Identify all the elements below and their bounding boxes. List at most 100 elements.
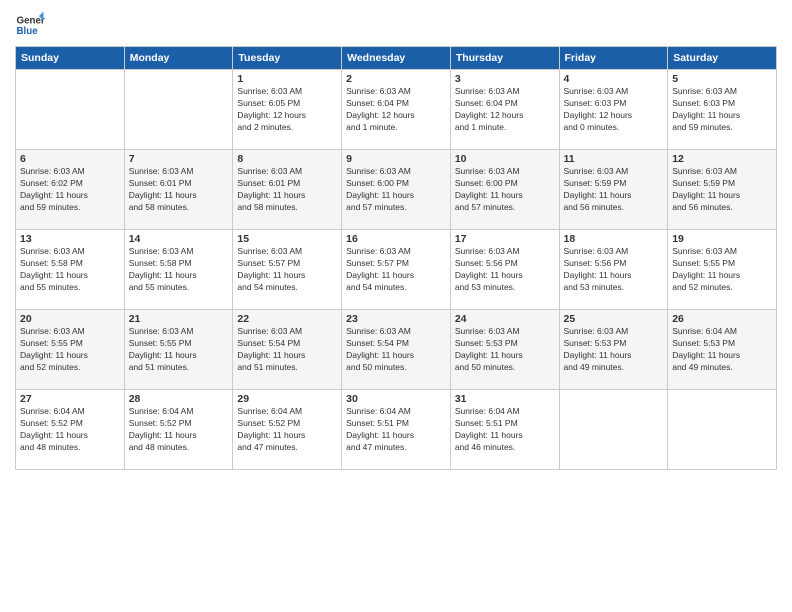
calendar-cell: 26Sunrise: 6:04 AM Sunset: 5:53 PM Dayli… [668,310,777,390]
day-number: 22 [237,313,337,325]
calendar-cell: 22Sunrise: 6:03 AM Sunset: 5:54 PM Dayli… [233,310,342,390]
calendar-cell: 23Sunrise: 6:03 AM Sunset: 5:54 PM Dayli… [342,310,451,390]
calendar-cell: 8Sunrise: 6:03 AM Sunset: 6:01 PM Daylig… [233,150,342,230]
day-number: 13 [20,233,120,245]
day-info: Sunrise: 6:03 AM Sunset: 5:57 PM Dayligh… [346,246,446,294]
calendar-week-row: 20Sunrise: 6:03 AM Sunset: 5:55 PM Dayli… [16,310,777,390]
day-info: Sunrise: 6:03 AM Sunset: 5:56 PM Dayligh… [564,246,664,294]
day-number: 10 [455,153,555,165]
calendar-cell: 17Sunrise: 6:03 AM Sunset: 5:56 PM Dayli… [450,230,559,310]
calendar-header-row: SundayMondayTuesdayWednesdayThursdayFrid… [16,47,777,70]
day-number: 2 [346,73,446,85]
calendar-week-row: 13Sunrise: 6:03 AM Sunset: 5:58 PM Dayli… [16,230,777,310]
day-number: 8 [237,153,337,165]
day-info: Sunrise: 6:03 AM Sunset: 5:58 PM Dayligh… [129,246,229,294]
weekday-header-thursday: Thursday [450,47,559,70]
day-info: Sunrise: 6:03 AM Sunset: 5:53 PM Dayligh… [564,326,664,374]
weekday-header-friday: Friday [559,47,668,70]
weekday-header-saturday: Saturday [668,47,777,70]
calendar-week-row: 1Sunrise: 6:03 AM Sunset: 6:05 PM Daylig… [16,70,777,150]
day-number: 1 [237,73,337,85]
logo: General Blue [15,10,45,40]
day-number: 15 [237,233,337,245]
day-info: Sunrise: 6:03 AM Sunset: 6:04 PM Dayligh… [346,86,446,134]
day-number: 31 [455,393,555,405]
calendar-cell [668,390,777,470]
day-info: Sunrise: 6:03 AM Sunset: 5:58 PM Dayligh… [20,246,120,294]
calendar-cell: 29Sunrise: 6:04 AM Sunset: 5:52 PM Dayli… [233,390,342,470]
weekday-header-monday: Monday [124,47,233,70]
header-row: General Blue [15,10,777,40]
calendar-cell: 11Sunrise: 6:03 AM Sunset: 5:59 PM Dayli… [559,150,668,230]
day-info: Sunrise: 6:03 AM Sunset: 5:56 PM Dayligh… [455,246,555,294]
day-number: 11 [564,153,664,165]
calendar-cell: 14Sunrise: 6:03 AM Sunset: 5:58 PM Dayli… [124,230,233,310]
day-number: 24 [455,313,555,325]
day-number: 4 [564,73,664,85]
calendar-cell: 3Sunrise: 6:03 AM Sunset: 6:04 PM Daylig… [450,70,559,150]
day-info: Sunrise: 6:04 AM Sunset: 5:52 PM Dayligh… [129,406,229,454]
day-info: Sunrise: 6:03 AM Sunset: 6:01 PM Dayligh… [237,166,337,214]
day-info: Sunrise: 6:04 AM Sunset: 5:52 PM Dayligh… [237,406,337,454]
day-number: 18 [564,233,664,245]
calendar-cell [16,70,125,150]
weekday-header-wednesday: Wednesday [342,47,451,70]
day-info: Sunrise: 6:03 AM Sunset: 6:02 PM Dayligh… [20,166,120,214]
day-info: Sunrise: 6:03 AM Sunset: 5:59 PM Dayligh… [672,166,772,214]
calendar-week-row: 27 Sunrise: 6:04 AM Sunset: 5:52 PM Dayli… [16,390,777,470]
day-info: Sunrise: 6:03 AM Sunset: 5:59 PM Dayligh… [564,166,664,214]
calendar-cell: 18Sunrise: 6:03 AM Sunset: 5:56 PM Dayli… [559,230,668,310]
page-container: General Blue SundayMondayTuesdayWednesda… [0,0,792,480]
day-number: 3 [455,73,555,85]
day-info: Sunrise: 6:03 AM Sunset: 5:55 PM Dayligh… [20,326,120,374]
day-info: Sunrise: 6:03 AM Sunset: 5:55 PM Dayligh… [129,326,229,374]
day-number: 29 [237,393,337,405]
day-number: 30 [346,393,446,405]
calendar-cell: 28Sunrise: 6:04 AM Sunset: 5:52 PM Dayli… [124,390,233,470]
day-number: 27 [20,393,120,405]
calendar-cell: 30Sunrise: 6:04 AM Sunset: 5:51 PM Dayli… [342,390,451,470]
calendar-cell: 10Sunrise: 6:03 AM Sunset: 6:00 PM Dayli… [450,150,559,230]
calendar-cell: 7Sunrise: 6:03 AM Sunset: 6:01 PM Daylig… [124,150,233,230]
calendar-cell: 24Sunrise: 6:03 AM Sunset: 5:53 PM Dayli… [450,310,559,390]
day-info: Sunrise: 6:03 AM Sunset: 6:03 PM Dayligh… [672,86,772,134]
calendar-cell: 5Sunrise: 6:03 AM Sunset: 6:03 PM Daylig… [668,70,777,150]
day-info: Sunrise: 6:03 AM Sunset: 6:03 PM Dayligh… [564,86,664,134]
day-info: Sunrise: 6:03 AM Sunset: 5:54 PM Dayligh… [237,326,337,374]
calendar-cell: 1Sunrise: 6:03 AM Sunset: 6:05 PM Daylig… [233,70,342,150]
day-number: 17 [455,233,555,245]
calendar-cell: 19Sunrise: 6:03 AM Sunset: 5:55 PM Dayli… [668,230,777,310]
day-number: 6 [20,153,120,165]
calendar-cell [124,70,233,150]
day-number: 20 [20,313,120,325]
day-number: 19 [672,233,772,245]
day-info: Sunrise: 6:03 AM Sunset: 6:00 PM Dayligh… [346,166,446,214]
day-number: 23 [346,313,446,325]
day-number: 21 [129,313,229,325]
calendar-cell: 2Sunrise: 6:03 AM Sunset: 6:04 PM Daylig… [342,70,451,150]
calendar-cell: 13Sunrise: 6:03 AM Sunset: 5:58 PM Dayli… [16,230,125,310]
calendar-cell: 6Sunrise: 6:03 AM Sunset: 6:02 PM Daylig… [16,150,125,230]
calendar-cell: 9Sunrise: 6:03 AM Sunset: 6:00 PM Daylig… [342,150,451,230]
day-info: Sunrise: 6:04 AM Sunset: 5:51 PM Dayligh… [346,406,446,454]
day-info: Sunrise: 6:03 AM Sunset: 6:01 PM Dayligh… [129,166,229,214]
day-info: Sunrise: 6:04 AM Sunset: 5:51 PM Dayligh… [455,406,555,454]
day-number: 28 [129,393,229,405]
calendar-cell: 4Sunrise: 6:03 AM Sunset: 6:03 PM Daylig… [559,70,668,150]
day-number: 9 [346,153,446,165]
day-number: 14 [129,233,229,245]
calendar-cell: 16Sunrise: 6:03 AM Sunset: 5:57 PM Dayli… [342,230,451,310]
calendar-cell: 31Sunrise: 6:04 AM Sunset: 5:51 PM Dayli… [450,390,559,470]
weekday-header-tuesday: Tuesday [233,47,342,70]
day-info: Sunrise: 6:03 AM Sunset: 5:57 PM Dayligh… [237,246,337,294]
day-number: 5 [672,73,772,85]
day-number: 7 [129,153,229,165]
logo-icon: General Blue [15,10,45,40]
day-info: Sunrise: 6:03 AM Sunset: 6:04 PM Dayligh… [455,86,555,134]
day-info: Sunrise: 6:03 AM Sunset: 6:00 PM Dayligh… [455,166,555,214]
calendar-cell: 20Sunrise: 6:03 AM Sunset: 5:55 PM Dayli… [16,310,125,390]
day-number: 25 [564,313,664,325]
day-number: 26 [672,313,772,325]
day-info: Sunrise: 6:03 AM Sunset: 6:05 PM Dayligh… [237,86,337,134]
calendar-table: SundayMondayTuesdayWednesdayThursdayFrid… [15,46,777,470]
